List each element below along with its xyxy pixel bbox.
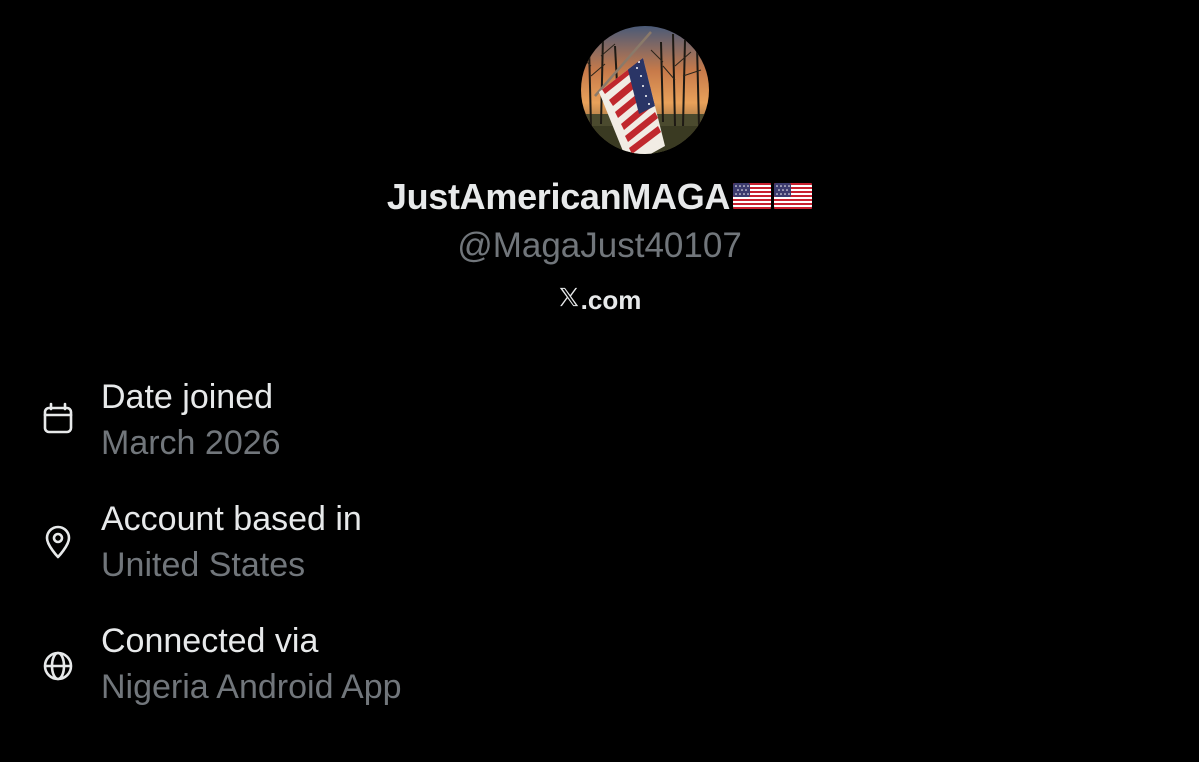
site-suffix: .com <box>580 285 642 315</box>
us-flag-emoji <box>774 183 813 210</box>
about-item-value: Nigeria Android App <box>101 668 402 706</box>
about-item-connected-via: Connected via Nigeria Android App <box>0 622 1199 722</box>
display-name-text: JustAmericanMAGA <box>386 176 731 217</box>
x-logo-icon <box>558 284 580 315</box>
about-item-label: Date joined <box>101 378 274 416</box>
about-item-value: United States <box>101 546 306 584</box>
about-item-account-location: Account based in United States <box>0 500 1199 600</box>
about-item-label: Account based in <box>101 500 362 538</box>
about-item-value: March 2026 <box>101 424 281 462</box>
american-flag-avatar-image <box>581 26 709 154</box>
globe-icon <box>40 648 76 684</box>
about-item-date-joined: Date joined March 2026 <box>0 378 1199 478</box>
about-item-label: Connected via <box>101 622 319 660</box>
us-flag-emoji <box>733 183 772 210</box>
location-pin-icon <box>40 524 76 560</box>
platform-site: .com <box>0 285 1199 316</box>
display-name: JustAmericanMAGA <box>0 176 1199 218</box>
user-handle[interactable]: @MagaJust40107 <box>0 226 1199 266</box>
avatar[interactable] <box>581 26 709 154</box>
calendar-icon <box>40 400 76 436</box>
